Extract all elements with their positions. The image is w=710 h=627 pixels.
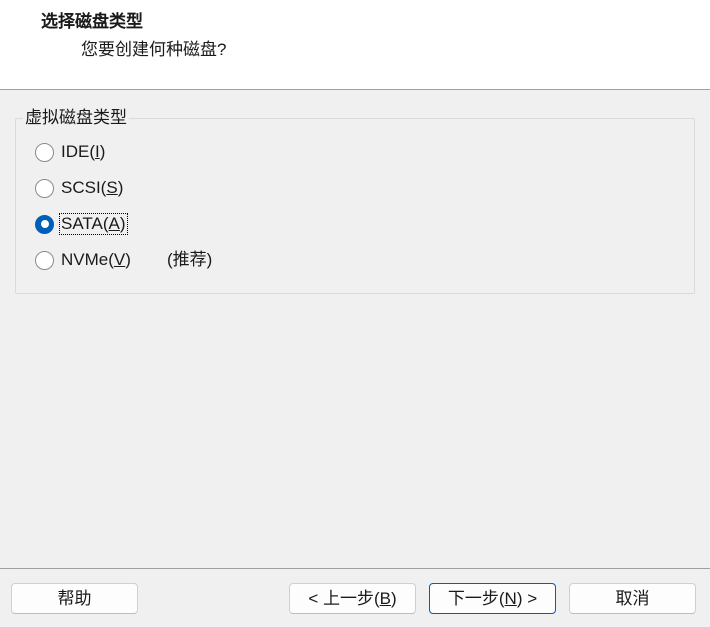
radio-label-ide[interactable]: IDE(I) [59, 141, 107, 163]
recommended-note: (推荐) [167, 250, 213, 269]
page-subtitle: 您要创建何种磁盘? [81, 40, 227, 59]
button-label: 帮助 [57, 588, 92, 608]
mnemonic-key: N [504, 588, 517, 608]
radio-button-nvme[interactable] [35, 250, 54, 270]
label-text: ) [99, 142, 106, 161]
radio-button-ide[interactable] [35, 142, 54, 162]
cancel-button[interactable]: 取消 [569, 583, 696, 614]
footer-divider [0, 568, 710, 569]
button-label: 下一步(N) > [448, 588, 537, 610]
label-text: ) [117, 178, 124, 197]
radio-option-nvme[interactable]: NVMe(V) (推荐) [35, 249, 335, 271]
help-button[interactable]: 帮助 [11, 583, 138, 614]
mnemonic-key: S [106, 178, 118, 197]
mnemonic-key: B [379, 588, 391, 608]
mnemonic-key: V [113, 250, 126, 269]
radio-button-scsi[interactable] [35, 178, 54, 198]
radio-label-scsi[interactable]: SCSI(S) [59, 177, 125, 199]
radio-option-sata[interactable]: SATA(A) [35, 213, 335, 235]
label-text: ) [390, 588, 397, 608]
label-text: < 上一步( [308, 588, 380, 608]
wizard-header: 选择磁盘类型 您要创建何种磁盘? [0, 0, 710, 90]
label-text: 下一步( [447, 588, 505, 608]
page-title: 选择磁盘类型 [41, 12, 143, 31]
radio-option-scsi[interactable]: SCSI(S) [35, 177, 335, 199]
label-text: SATA( [61, 214, 109, 233]
radio-label-nvme[interactable]: NVMe(V) [59, 249, 133, 271]
label-text: ) [125, 250, 131, 269]
radio-button-sata[interactable] [35, 214, 54, 234]
next-button[interactable]: 下一步(N) > [429, 583, 556, 614]
label-text: SCSI( [61, 178, 107, 197]
button-label: 取消 [615, 588, 650, 608]
back-button[interactable]: < 上一步(B) [289, 583, 416, 614]
label-text: ) > [516, 588, 538, 608]
groupbox-label: 虚拟磁盘类型 [23, 107, 129, 129]
label-text: ) [119, 214, 126, 233]
radio-label-sata[interactable]: SATA(A) [59, 213, 128, 235]
label-text: NVMe( [61, 250, 114, 269]
radio-option-ide[interactable]: IDE(I) [35, 141, 335, 163]
mnemonic-key: A [108, 214, 120, 233]
label-text: IDE( [61, 142, 95, 161]
button-label: < 上一步(B) [308, 588, 396, 610]
